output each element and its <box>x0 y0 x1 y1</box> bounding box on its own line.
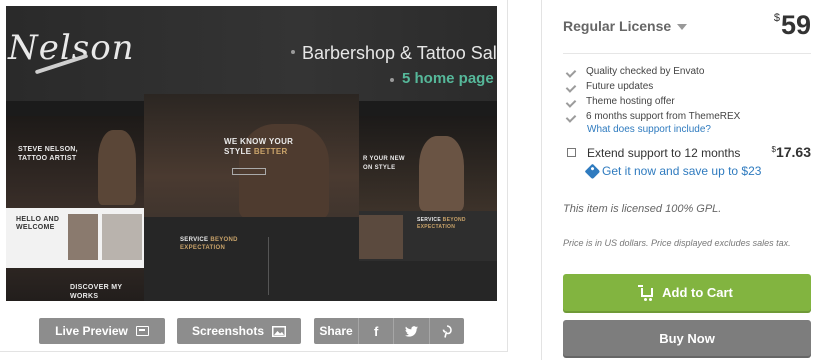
tag-icon <box>584 163 601 179</box>
shot-c-heading: R YOUR NEW <box>363 156 405 162</box>
check-icon <box>567 98 577 106</box>
check-icon <box>567 113 577 121</box>
live-preview-label: Live Preview <box>55 324 128 338</box>
extend-offer-text: Get it now and save up to $23 <box>602 164 762 178</box>
caret-down-icon <box>677 24 688 30</box>
tattoo-photo <box>68 214 98 260</box>
buy-now-label: Buy Now <box>659 330 715 346</box>
extend-support-label[interactable]: Extend support to 12 months <box>587 146 740 160</box>
shot-a-heading: STEVE NELSON, <box>18 146 78 153</box>
shot-a-welcome: HELLO AND <box>16 216 60 223</box>
feature-item: Quality checked by Envato <box>567 64 740 79</box>
share-twitter-button[interactable] <box>394 318 430 344</box>
license-price: $ 59 <box>774 10 811 41</box>
buy-now-button[interactable]: Buy Now <box>563 320 811 356</box>
license-label: Regular License <box>563 18 672 34</box>
pinterest-icon <box>442 324 452 338</box>
shot-c-heading: ON STYLE <box>363 165 396 171</box>
cart-icon <box>638 285 654 301</box>
purchase-panel: Regular License $ 59 Quality checked by … <box>541 0 825 360</box>
preview-banner-title: Barbershop & Tattoo Salo <box>302 43 497 63</box>
gpl-notice: This item is licensed 100% GPL. <box>563 203 722 215</box>
bullet-icon <box>291 50 295 54</box>
shot-a-heading: TATTOO ARTIST <box>18 155 77 162</box>
support-info-link[interactable]: What does support include? <box>587 124 711 135</box>
person-figure <box>98 130 136 205</box>
check-icon <box>567 83 577 91</box>
extend-support-checkbox[interactable] <box>567 148 576 157</box>
feature-item: 6 months support from ThemeREX <box>567 109 740 124</box>
screenshots-button[interactable]: Screenshots <box>177 318 301 344</box>
preview-banner: Nelson Barbershop & Tattoo Salo 5 home p… <box>6 6 497 101</box>
extend-support-price: $ 17.63 <box>772 144 812 160</box>
preview-window-icon <box>135 326 149 336</box>
screenshots-label: Screenshots <box>191 324 265 338</box>
shot-b-heading: WE KNOW YOUR <box>224 137 294 146</box>
tattoo-photo <box>102 214 142 260</box>
service-photo <box>359 215 403 259</box>
shot-b-service-section: SERVICE BEYOND EXPECTATION <box>144 217 359 301</box>
live-preview-button[interactable]: Live Preview <box>39 318 165 344</box>
license-selector[interactable]: Regular License <box>563 18 688 34</box>
shot-b-service: EXPECTATION <box>180 245 226 251</box>
feature-item: Future updates <box>567 79 740 94</box>
preview-screenshot-center: WE KNOW YOUR STYLE BETTER SERVICE BEYOND… <box>144 94 359 301</box>
feature-list: Quality checked by Envato Future updates… <box>567 64 740 124</box>
shot-c-service: EXPECTATION <box>417 224 456 230</box>
bullet-icon <box>390 78 394 82</box>
shot-a-welcome: WELCOME <box>16 224 55 231</box>
theme-preview-image[interactable]: Nelson Barbershop & Tattoo Salo 5 home p… <box>6 6 497 301</box>
preview-cta-button <box>232 168 266 175</box>
preview-banner-subtitle: 5 home page <box>402 70 494 87</box>
shot-c-service-section: SERVICE BEYOND EXPECTATION <box>359 211 497 261</box>
image-icon <box>272 325 287 337</box>
add-to-cart-label: Add to Cart <box>662 285 733 300</box>
shot-a-discover: WORKS <box>70 293 99 300</box>
share-facebook-button[interactable]: f <box>359 318 395 344</box>
currency-symbol: $ <box>773 12 780 24</box>
price-note: Price is in US dollars. Price displayed … <box>563 238 791 248</box>
preview-screenshot-right: R YOUR NEW ON STYLE SERVICE BEYOND EXPEC… <box>359 116 497 301</box>
item-preview-card: Nelson Barbershop & Tattoo Salo 5 home p… <box>0 0 508 352</box>
divider <box>563 53 811 54</box>
facebook-icon: f <box>373 323 379 339</box>
share-group: Share f <box>314 318 464 344</box>
share-label: Share <box>314 318 359 344</box>
preview-screenshot-left: STEVE NELSON, TATTOO ARTIST HELLO AND WE… <box>6 116 146 301</box>
shot-c-icons-row <box>359 261 497 301</box>
share-pinterest-button[interactable] <box>429 318 464 344</box>
check-icon <box>567 68 577 76</box>
shot-a-discover: DISCOVER MY <box>70 284 123 291</box>
twitter-icon <box>404 325 418 337</box>
feature-item: Theme hosting offer <box>567 94 740 109</box>
shot-a-welcome-section: HELLO AND WELCOME <box>6 208 146 268</box>
person-figure <box>419 136 464 211</box>
price-value: 59 <box>780 10 811 40</box>
extend-offer-link[interactable]: Get it now and save up to $23 <box>584 163 762 179</box>
price-value: 17.63 <box>775 144 811 160</box>
divider <box>268 237 269 295</box>
add-to-cart-button[interactable]: Add to Cart <box>563 274 811 311</box>
